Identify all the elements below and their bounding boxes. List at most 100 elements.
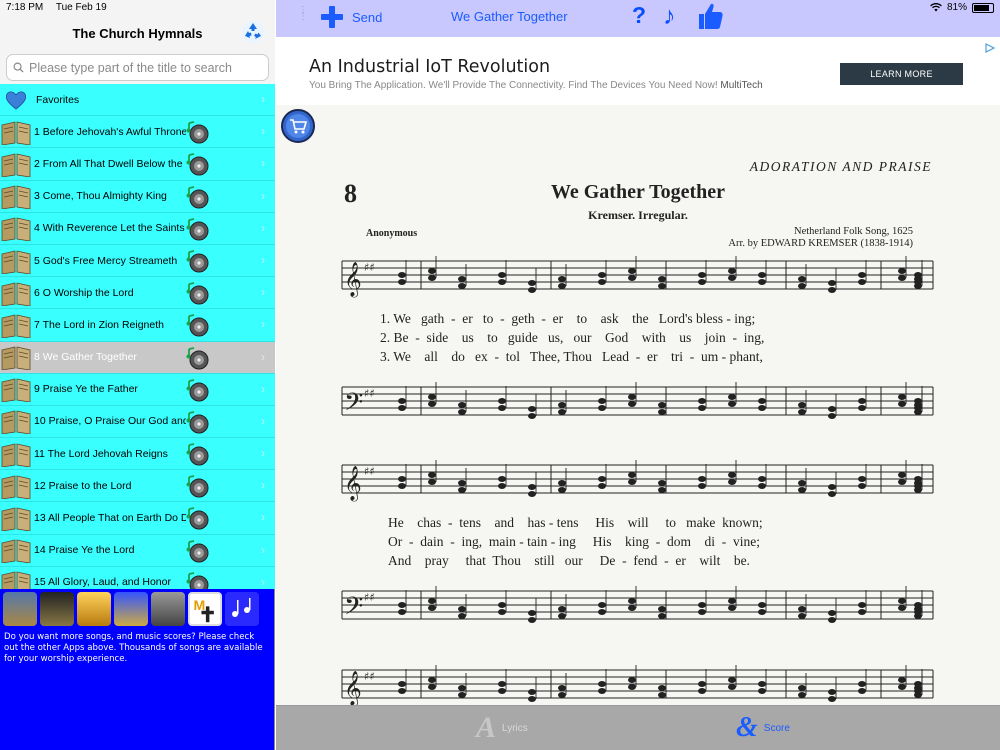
song-row[interactable]: 7 The Lord in Zion Reigneth › xyxy=(0,309,275,342)
music-disc-icon[interactable] xyxy=(186,539,210,563)
search-input[interactable] xyxy=(29,60,259,75)
song-row[interactable]: 2 From All That Dwell Below the Skies › xyxy=(0,148,275,181)
drag-handle-icon[interactable]: ⋮ ⋮ xyxy=(298,6,308,22)
music-disc-icon[interactable] xyxy=(186,152,210,176)
song-row[interactable]: 11 The Lord Jehovah Reigns › xyxy=(0,438,275,471)
app-link-icon-5[interactable] xyxy=(151,592,185,626)
song-row[interactable]: 5 God's Free Mercy Streameth › xyxy=(0,245,275,278)
song-row[interactable]: 9 Praise Ye the Father › xyxy=(0,374,275,406)
hymnal-book-icon xyxy=(1,121,31,145)
note-head xyxy=(558,409,566,415)
music-disc-icon[interactable] xyxy=(186,346,210,370)
note-head xyxy=(458,606,466,612)
music-disc-icon[interactable] xyxy=(186,410,210,434)
app-link-icon-1[interactable] xyxy=(3,592,37,626)
note-head xyxy=(498,609,506,615)
music-disc-icon[interactable] xyxy=(186,571,210,589)
note-head xyxy=(628,479,636,485)
ad-banner[interactable]: An Industrial IoT Revolution You Bring T… xyxy=(276,40,1000,105)
song-row[interactable]: 3 Come, Thou Almighty King › xyxy=(0,181,275,213)
search-box[interactable] xyxy=(6,54,269,81)
song-row[interactable]: 14 Praise Ye the Lord › xyxy=(0,535,275,567)
sheet-music: ADORATION AND PRAISE 8 We Gather Togethe… xyxy=(276,105,1000,705)
note-head xyxy=(398,279,406,285)
song-title: 7 The Lord in Zion Reigneth xyxy=(34,318,164,331)
music-disc-icon[interactable] xyxy=(186,120,210,144)
note-head xyxy=(698,681,706,687)
cart-icon[interactable] xyxy=(281,109,315,143)
note-head xyxy=(698,688,706,694)
promo-text: Do you want more songs, and music scores… xyxy=(4,632,263,664)
note-head xyxy=(698,602,706,608)
note-head xyxy=(798,606,806,612)
note-head xyxy=(628,677,636,683)
chevron-right-icon: › xyxy=(261,252,265,267)
music-disc-icon[interactable] xyxy=(186,506,210,530)
song-row[interactable]: 1 Before Jehovah's Awful Throne › xyxy=(0,116,275,149)
note-head xyxy=(428,684,436,690)
hymnal-book-icon xyxy=(1,250,31,274)
music-disc-icon[interactable] xyxy=(186,378,210,402)
chevron-right-icon: › xyxy=(261,188,265,203)
note-head xyxy=(828,287,836,293)
app-link-icon-3[interactable] xyxy=(77,592,111,626)
music-disc-icon[interactable] xyxy=(186,217,210,241)
note-head xyxy=(828,280,836,286)
plus-icon xyxy=(321,6,343,28)
note-head xyxy=(428,598,436,604)
song-row[interactable]: 6 O Worship the Lord › xyxy=(0,277,275,310)
note-head xyxy=(914,476,922,482)
song-row[interactable]: 10 Praise, O Praise Our God and King › xyxy=(0,406,275,439)
music-note-icon[interactable]: ♪ xyxy=(663,2,676,31)
favorites-row[interactable]: Favorites › xyxy=(0,84,275,117)
app-link-icon-6[interactable]: M xyxy=(188,592,222,626)
music-disc-icon[interactable] xyxy=(186,185,210,209)
thumbs-up-icon[interactable] xyxy=(696,1,724,31)
song-list[interactable]: Favorites › 1 Before Jehovah's Awful Thr… xyxy=(0,84,275,589)
note-head xyxy=(858,476,866,482)
note-head xyxy=(798,409,806,415)
verse-line: 1. We gath - er to - geth - er to ask th… xyxy=(380,311,755,326)
learn-more-button[interactable]: LEARN MORE xyxy=(840,63,963,85)
app-link-icon-7[interactable] xyxy=(225,592,259,626)
music-disc-icon[interactable] xyxy=(186,442,210,466)
score-view[interactable]: ADORATION AND PRAISE 8 We Gather Togethe… xyxy=(276,105,1000,705)
music-disc-icon[interactable] xyxy=(186,249,210,273)
note-head xyxy=(598,688,606,694)
song-row[interactable]: 12 Praise to the Lord › xyxy=(0,470,275,503)
note-head xyxy=(498,476,506,482)
song-title: 4 With Reverence Let the Saints Appear xyxy=(34,222,186,235)
app-link-icon-4[interactable] xyxy=(114,592,148,626)
note-head xyxy=(898,605,906,611)
song-row[interactable]: 13 All People That on Earth Do Dwell › xyxy=(0,502,275,535)
song-row[interactable]: 8 We Gather Together › xyxy=(0,341,275,374)
note-head xyxy=(528,484,536,490)
song-title: 15 All Glory, Laud, and Honor xyxy=(34,576,171,589)
note-head xyxy=(858,483,866,489)
app-link-icon-2[interactable] xyxy=(40,592,74,626)
music-disc-icon[interactable] xyxy=(186,474,210,498)
score-icon: & xyxy=(736,712,758,743)
send-button[interactable]: Send xyxy=(320,5,382,29)
note-head xyxy=(598,272,606,278)
note-head xyxy=(828,696,836,702)
help-icon[interactable]: ? xyxy=(632,2,646,29)
ad-choices-icon[interactable] xyxy=(984,42,996,54)
note-head xyxy=(698,483,706,489)
music-disc-icon[interactable] xyxy=(186,281,210,305)
note-head xyxy=(428,472,436,478)
song-row[interactable]: 4 With Reverence Let the Saints Appear › xyxy=(0,213,275,245)
note-head xyxy=(828,689,836,695)
song-row[interactable]: 15 All Glory, Laud, and Honor › xyxy=(0,567,275,589)
chevron-right-icon: › xyxy=(261,124,265,139)
verse-lines-2: He chas - tens and has - tens His will t… xyxy=(388,515,763,568)
tab-lyrics[interactable]: A Lyrics xyxy=(476,710,528,746)
recycle-icon[interactable] xyxy=(241,20,265,44)
music-disc-icon[interactable] xyxy=(186,313,210,337)
tab-score[interactable]: & Score xyxy=(736,710,790,746)
hymnal-book-icon xyxy=(1,185,31,210)
note-head xyxy=(898,275,906,281)
tab-lyrics-label: Lyrics xyxy=(502,722,528,734)
note-head xyxy=(698,272,706,278)
note-head xyxy=(528,696,536,702)
